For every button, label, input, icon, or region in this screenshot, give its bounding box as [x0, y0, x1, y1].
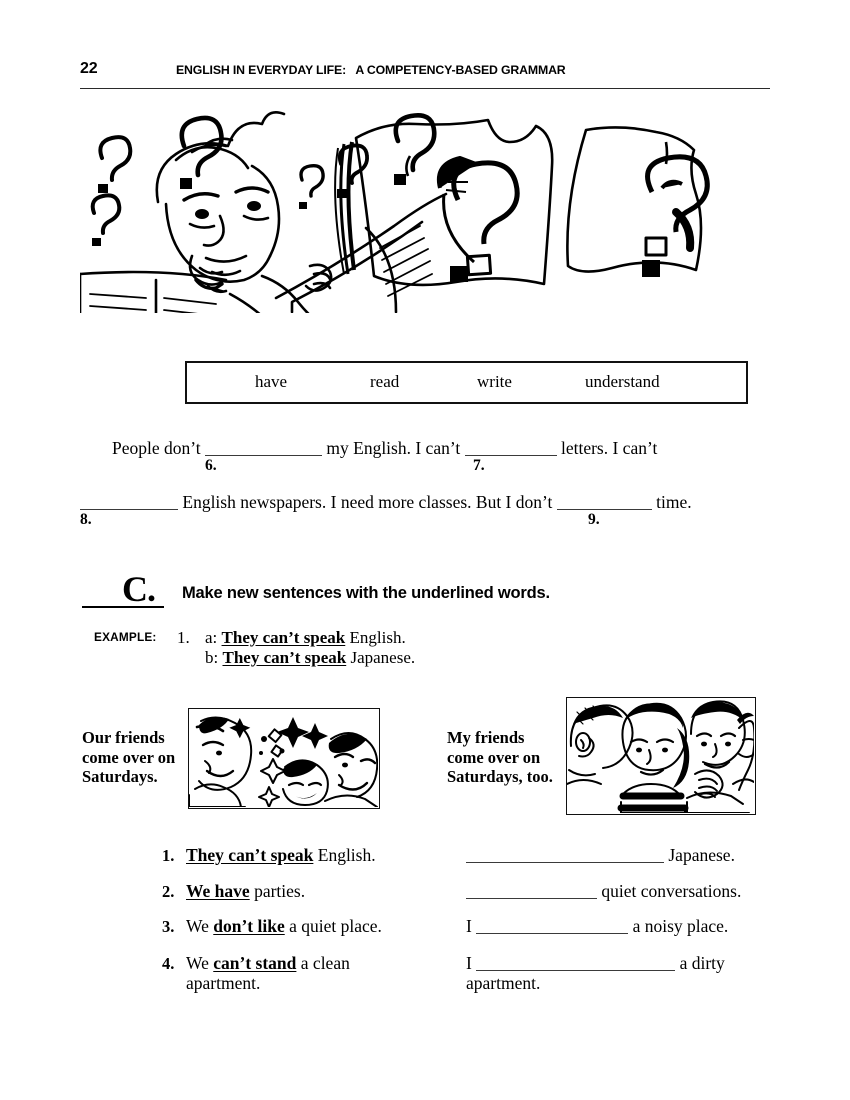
exercise-4-prefix: I	[466, 953, 472, 973]
exercise-2-suffix: quiet conversations.	[601, 881, 742, 901]
exercise-3-prompt: We don’t like a quiet place.	[186, 916, 382, 937]
cloze-text-letters: letters. I can’t	[560, 438, 658, 458]
section-c-title: Make new sentences with the underlined w…	[182, 584, 550, 602]
exercise-2-answer-blank[interactable]	[466, 883, 597, 899]
question-marks-illustration	[80, 108, 740, 313]
cloze-number-9: 9.	[588, 511, 600, 528]
word-bank-box: have read write understand	[185, 361, 748, 404]
cloze-text-my-english: my English. I can’t	[326, 438, 461, 458]
cloze-text-people-dont: People don’t	[112, 438, 201, 458]
exercise-1-prompt: They can’t speak English.	[186, 845, 376, 866]
exercise-number-3: 3.	[162, 917, 175, 936]
exercise-number-4: 4.	[162, 954, 175, 973]
exercise-4-answer: I a dirty	[466, 953, 725, 974]
exercise-2-answer: quiet conversations.	[466, 881, 741, 902]
exercise-4-pre: We	[186, 953, 209, 973]
exercise-3-suffix: a noisy place.	[632, 916, 729, 936]
exercise-1-answer-blank[interactable]	[466, 847, 664, 863]
section-c-letter: C.	[122, 569, 156, 609]
cloze-line-2: English newspapers. I need more classes.…	[80, 492, 692, 513]
cloze-text-newspapers: English newspapers. I need more classes.…	[182, 492, 553, 512]
exercise-3-rest: a quiet place.	[289, 916, 382, 936]
example-line-a: a: They can’t speak English.	[205, 628, 406, 648]
exercise-3-pre: We	[186, 916, 209, 936]
exercise-2-rest: parties.	[254, 881, 306, 901]
cloze-text-time: time.	[656, 492, 692, 512]
exercise-1-answer: Japanese.	[466, 845, 735, 866]
exercise-4-answer-wrap: apartment.	[466, 973, 541, 993]
example-number: 1.	[177, 628, 190, 647]
book-title: ENGLISH IN EVERYDAY LIFE: A COMPETENCY-B…	[176, 63, 566, 77]
exercise-4-prompt-wrap: apartment.	[186, 973, 261, 993]
example-a-tag: a:	[205, 628, 218, 647]
example-a-underlined: They can’t speak	[221, 628, 346, 647]
exercise-2-underlined: We have	[186, 881, 250, 901]
exercise-1-suffix: Japanese.	[668, 845, 735, 865]
left-picture-caption: Our friends come over on Saturdays.	[82, 728, 176, 786]
cloze-blank-8[interactable]	[80, 494, 178, 510]
exercise-2-prompt: We have parties.	[186, 881, 305, 902]
example-line-b: b: They can’t speak Japanese.	[205, 648, 415, 668]
party-friends-photo	[188, 708, 380, 809]
exercise-3-underlined: don’t like	[213, 916, 285, 936]
page-header: 22 ENGLISH IN EVERYDAY LIFE: A COMPETENC…	[80, 60, 770, 84]
cloze-blank-7[interactable]	[464, 440, 557, 456]
exercise-4-prompt: We can’t stand a clean	[186, 953, 350, 974]
exercise-4-underlined: can’t stand	[213, 953, 297, 973]
exercise-3-answer: I a noisy place.	[466, 916, 728, 937]
exercise-1-rest: English.	[317, 845, 376, 865]
example-b-tag: b:	[205, 648, 219, 667]
workbook-page: 22 ENGLISH IN EVERYDAY LIFE: A COMPETENC…	[0, 0, 850, 1100]
word-bank-item-read: read	[370, 372, 400, 391]
cloze-number-7: 7.	[473, 457, 485, 474]
example-a-rest: English.	[349, 628, 406, 647]
exercise-3-prefix: I	[466, 916, 472, 936]
cloze-blank-9[interactable]	[556, 494, 652, 510]
exercise-4-suffix: a dirty	[679, 953, 725, 973]
example-b-underlined: They can’t speak	[222, 648, 347, 667]
word-bank-item-write: write	[477, 372, 512, 391]
right-picture-caption: My friends come over on Saturdays, too.	[447, 728, 553, 786]
exercise-4-answer-blank[interactable]	[476, 955, 676, 971]
page-number: 22	[80, 60, 98, 77]
example-label: EXAMPLE:	[94, 630, 157, 644]
word-bank-item-have: have	[255, 372, 288, 391]
exercise-4-rest: a clean	[300, 953, 350, 973]
exercise-3-answer-blank[interactable]	[476, 918, 629, 934]
exercise-number-1: 1.	[162, 846, 175, 865]
cloze-blank-6[interactable]	[205, 440, 323, 456]
cloze-line-1: People don’t my English. I can’t letters…	[112, 438, 657, 459]
cloze-number-8: 8.	[80, 511, 92, 528]
example-b-rest: Japanese.	[350, 648, 416, 667]
exercise-1-underlined: They can’t speak	[186, 845, 314, 865]
cloze-number-6: 6.	[205, 457, 217, 474]
exercise-number-2: 2.	[162, 882, 175, 901]
header-divider	[80, 88, 770, 89]
word-bank-item-understand: understand	[585, 372, 660, 391]
quiet-conversation-photo	[566, 697, 756, 815]
